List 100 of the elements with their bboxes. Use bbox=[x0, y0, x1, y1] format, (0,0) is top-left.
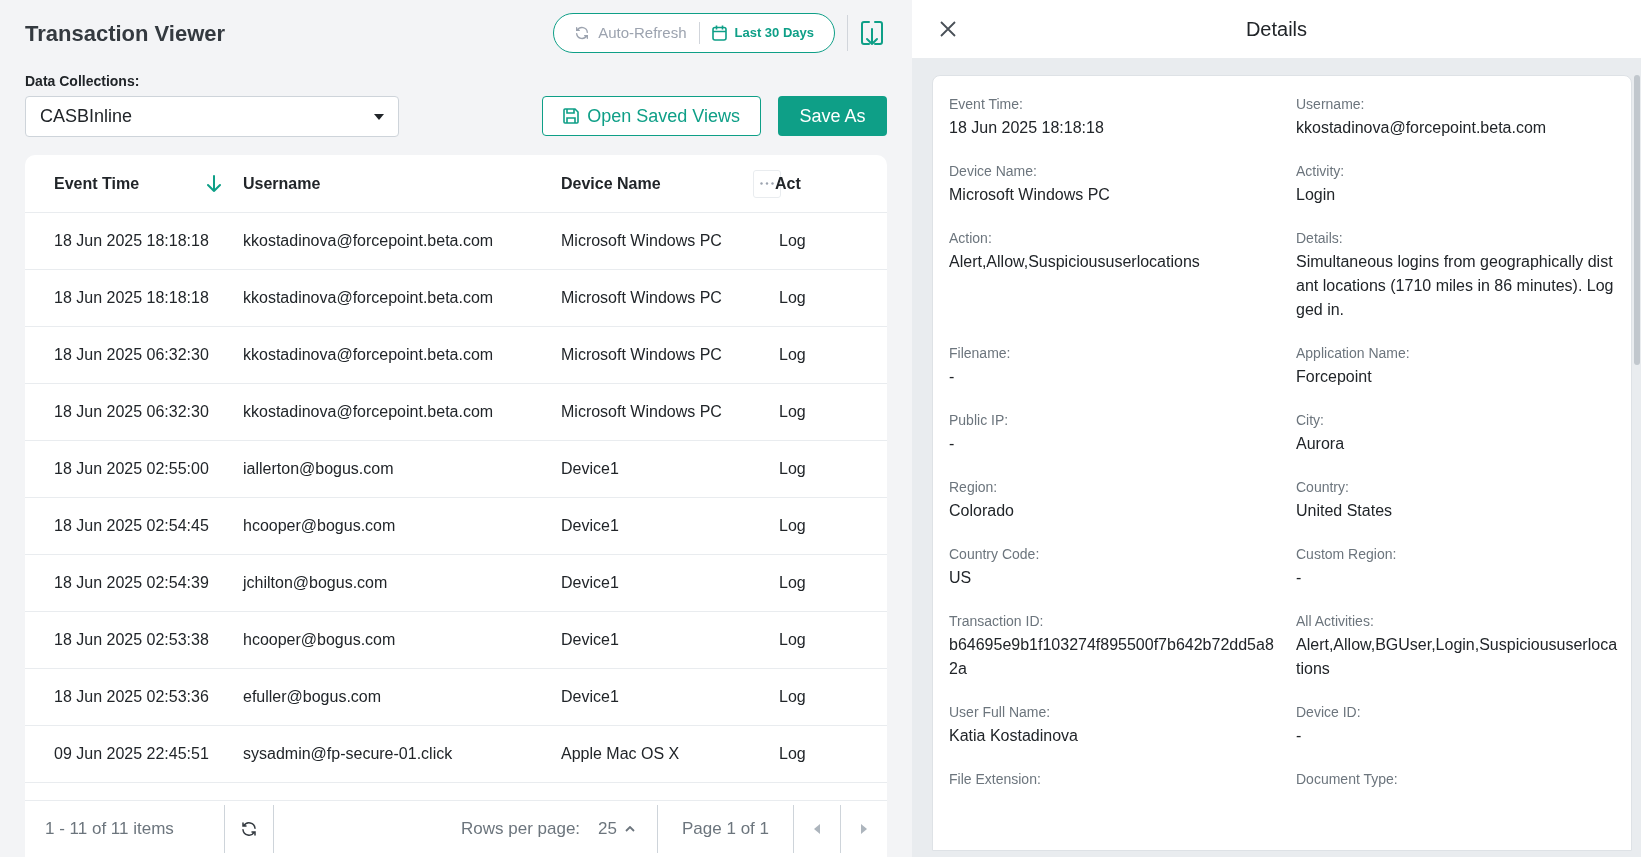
table-cell-text: Device1 bbox=[561, 516, 620, 536]
table-cell-text: iallerton@bogus.com bbox=[243, 459, 395, 479]
table-cell-text: Apple Mac OS X bbox=[561, 744, 681, 764]
field-value: b64695e9b1f103274f895500f7b642b72dd5a82a bbox=[949, 635, 1275, 679]
field-value: - bbox=[949, 434, 956, 454]
calendar-icon bbox=[711, 25, 727, 41]
field-value: Login bbox=[1296, 185, 1337, 205]
more-icon bbox=[760, 182, 774, 185]
field-value: - bbox=[1296, 726, 1303, 746]
rows-per-page-label: Rows per page: bbox=[461, 818, 581, 841]
table-cell-text: kkostadinova@forcepoint.beta.com bbox=[243, 288, 495, 308]
table-cell-text: 18 Jun 2025 18:18:18 bbox=[53, 288, 210, 308]
field-label: File Extension: bbox=[949, 770, 1042, 788]
field-label: Custom Region: bbox=[1296, 545, 1398, 563]
field-label: Region: bbox=[949, 478, 999, 496]
table-cell-text: 18 Jun 2025 02:54:45 bbox=[53, 516, 210, 536]
table-cell-text: 18 Jun 2025 02:55:00 bbox=[53, 459, 210, 479]
item-count: 1 - 11 of 11 items bbox=[44, 818, 175, 841]
table-cell-text: 18 Jun 2025 02:54:39 bbox=[53, 573, 210, 593]
table-cell-text: hcooper@bogus.com bbox=[243, 630, 397, 650]
table-cell-text: Microsoft Windows PC bbox=[561, 288, 723, 308]
field-value: kkostadinova@forcepoint.beta.com bbox=[1296, 118, 1548, 138]
page-indicator: Page 1 of 1 bbox=[681, 818, 770, 841]
table-cell-text: 18 Jun 2025 02:53:38 bbox=[53, 630, 210, 650]
field-value: Aurora bbox=[1296, 434, 1346, 454]
table-cell-text: Device1 bbox=[561, 687, 620, 707]
table-cell-text: jchilton@bogus.com bbox=[243, 573, 389, 593]
field-label: Public IP: bbox=[949, 411, 1010, 429]
caret-icon bbox=[374, 113, 384, 120]
download-button[interactable] bbox=[860, 19, 886, 47]
table-cell-text: Device1 bbox=[561, 459, 620, 479]
field-value: Forcepoint bbox=[1296, 367, 1373, 387]
field-value: Microsoft Windows PC bbox=[949, 185, 1111, 205]
table-cell-text: Microsoft Windows PC bbox=[561, 231, 723, 251]
table-cell-text: Log bbox=[779, 345, 807, 365]
refresh-icon bbox=[574, 25, 591, 41]
table-cell-text: Log bbox=[779, 687, 807, 707]
field-label: Application Name: bbox=[1296, 344, 1411, 362]
table-cell-text: 18 Jun 2025 02:53:36 bbox=[53, 687, 210, 707]
field-value: Alert,Allow,Suspicioususerlocations bbox=[949, 252, 1201, 272]
field-label: Action: bbox=[949, 229, 993, 247]
field-label: Document Type: bbox=[1296, 770, 1399, 788]
table-cell-text: Microsoft Windows PC bbox=[561, 345, 723, 365]
field-label: Details: bbox=[1296, 229, 1344, 247]
download-icon bbox=[860, 19, 884, 47]
field-value: 18 Jun 2025 18:18:18 bbox=[949, 118, 1105, 138]
field-value: Katia Kostadinova bbox=[949, 726, 1079, 746]
field-label: Username: bbox=[1296, 95, 1366, 113]
field-label: Activity: bbox=[1296, 162, 1346, 180]
table-cell-text: kkostadinova@forcepoint.beta.com bbox=[243, 231, 495, 251]
previous-icon bbox=[814, 824, 820, 834]
field-label: Transaction ID: bbox=[949, 612, 1045, 630]
table-cell-text: 18 Jun 2025 06:32:30 bbox=[53, 402, 210, 422]
save-icon bbox=[563, 108, 580, 124]
field-label: Filename: bbox=[949, 344, 1012, 362]
field-label: Device Name: bbox=[949, 162, 1038, 180]
field-value: US bbox=[949, 568, 973, 588]
table-cell-text: 09 Jun 2025 22:45:51 bbox=[53, 744, 210, 764]
column-header[interactable]: Event Time bbox=[54, 171, 207, 196]
field-label: Country: bbox=[1296, 478, 1350, 496]
table-cell-text: Log bbox=[779, 459, 807, 479]
table-cell-text: Device1 bbox=[561, 573, 620, 593]
field-value: - bbox=[1296, 568, 1303, 588]
table-cell-text: kkostadinova@forcepoint.beta.com bbox=[243, 402, 495, 422]
column-header[interactable]: Act bbox=[775, 171, 803, 196]
table-cell-text: Log bbox=[779, 573, 807, 593]
caret-up-icon bbox=[625, 826, 636, 832]
rows-per-page-select[interactable]: 25 bbox=[598, 816, 636, 842]
panel-title: Details bbox=[1245, 17, 1308, 42]
field-value: United States bbox=[1296, 501, 1394, 521]
table-cell-text: Log bbox=[779, 516, 807, 536]
table-cell-text: Log bbox=[779, 630, 807, 650]
page-title: Transaction Viewer bbox=[25, 19, 227, 48]
field-value: - bbox=[949, 367, 956, 387]
field-label: City: bbox=[1296, 411, 1325, 429]
table-cell-text: hcooper@bogus.com bbox=[243, 516, 397, 536]
table-cell-text: Log bbox=[779, 231, 807, 251]
table-cell-text: kkostadinova@forcepoint.beta.com bbox=[243, 345, 495, 365]
table-cell-text: Log bbox=[779, 744, 807, 764]
field-label: Country Code: bbox=[949, 545, 1041, 563]
table-cell-text: 18 Jun 2025 18:18:18 bbox=[53, 231, 210, 251]
close-icon bbox=[940, 21, 956, 37]
field-value: Simultaneous logins from geographically distant locations (1710 miles in 86 minutes). Logged in. bbox=[1296, 252, 1615, 320]
close-button[interactable] bbox=[938, 19, 958, 39]
scrollbar-thumb[interactable] bbox=[1634, 75, 1640, 365]
table-cell-text: Device1 bbox=[561, 630, 620, 650]
table-cell-text: efuller@bogus.com bbox=[243, 687, 383, 707]
table-cell-text: Log bbox=[779, 288, 807, 308]
collection-dropdown[interactable]: CASBInline bbox=[25, 96, 399, 137]
field-label: Event Time: bbox=[949, 95, 1024, 113]
field-label: Device ID: bbox=[1296, 703, 1362, 721]
field-label: Data Collections: bbox=[25, 72, 141, 91]
column-header[interactable]: Username bbox=[243, 171, 561, 196]
refresh-icon bbox=[240, 820, 258, 838]
field-label: User Full Name: bbox=[949, 703, 1052, 721]
table-cell-text: Log bbox=[779, 402, 807, 422]
field-value: Colorado bbox=[949, 501, 1015, 521]
table-cell-text: 18 Jun 2025 06:32:30 bbox=[53, 345, 210, 365]
table-cell-text: sysadmin@fp-secure-01.click bbox=[243, 744, 454, 764]
field-label: All Activities: bbox=[1296, 612, 1375, 630]
